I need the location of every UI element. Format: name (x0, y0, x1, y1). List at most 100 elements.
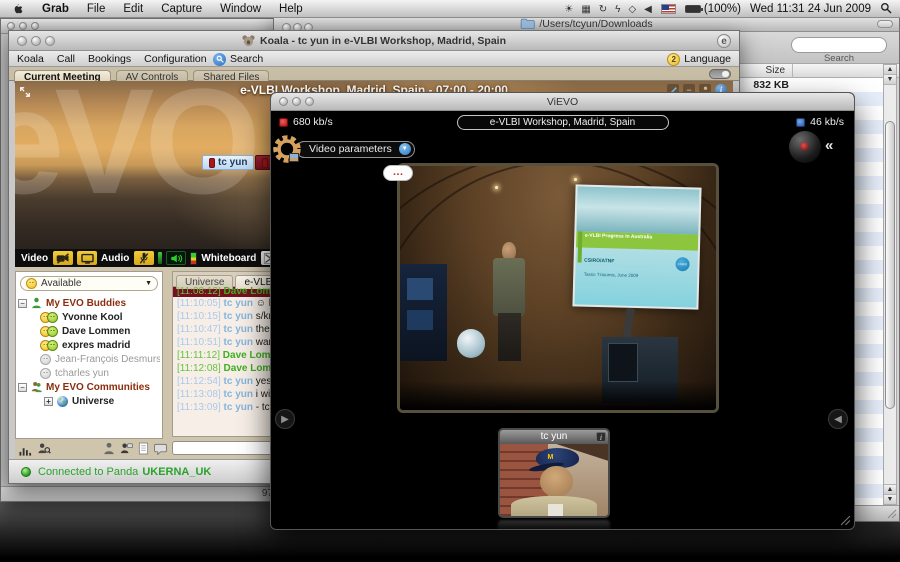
presence-status: Available (41, 278, 141, 289)
size-column-header[interactable]: Size (766, 65, 785, 76)
chat-timestamp: [11:13:08] (177, 389, 221, 400)
display-share-icon[interactable] (77, 251, 97, 265)
collapse-controls[interactable]: « (825, 137, 833, 154)
menu-bar-status-area: ☀▦↻ϟ◇◀ (100%) Wed 11:31 24 Jun 2009 (564, 0, 892, 18)
chat-bubble-icon[interactable] (154, 442, 167, 460)
vievo-titlebar[interactable]: ViEVO (271, 93, 854, 111)
buddy-row[interactable]: tcharles yun (18, 366, 160, 380)
menu-item[interactable]: Edit (123, 3, 143, 15)
scrollbar-thumb[interactable] (885, 121, 895, 409)
menubar-status-icon[interactable]: ϟ (615, 4, 620, 15)
self-view-camera-feed: M (500, 444, 608, 516)
collapse-icon[interactable] (18, 299, 27, 308)
connection-network: UKERNA_UK (142, 466, 211, 478)
koala-titlebar[interactable]: Koala - tc yun in e-VLBI Workshop, Madri… (9, 31, 739, 51)
buddy-row[interactable]: expres madrid (18, 338, 160, 352)
webcam-icon[interactable] (789, 131, 821, 163)
chat-overflow-bubble[interactable]: … (383, 165, 413, 181)
battery-indicator[interactable]: (100%) (685, 3, 741, 15)
search-label: Search (791, 53, 887, 64)
control-dropdown[interactable]: Video parameters ▼ (271, 133, 415, 165)
toolbar-toggle-button[interactable] (877, 20, 893, 28)
chat-timestamp: [11:10:15] (177, 311, 221, 322)
panel-mini-toolbar (19, 443, 167, 459)
document-icon[interactable] (138, 442, 149, 460)
self-view-video[interactable]: tc yun i M (498, 428, 610, 518)
menubar-status-icon[interactable]: ☀ (564, 4, 573, 15)
resize-grip-icon[interactable] (887, 509, 897, 519)
menu-item[interactable]: Help (279, 3, 303, 15)
scroll-down-icon[interactable]: ▼ (884, 494, 896, 504)
language-label: Language (684, 53, 731, 65)
minimize-button[interactable] (19, 22, 27, 30)
resize-grip-icon[interactable] (840, 515, 851, 526)
scroll-down-icon[interactable]: ▼ (884, 75, 896, 85)
panel-toggle[interactable] (709, 69, 731, 79)
incoming-bitrate-value: 46 kb/s (810, 116, 844, 128)
pan-arrows-icon[interactable] (19, 85, 31, 103)
collapse-icon[interactable] (18, 383, 27, 392)
main-video[interactable]: e-VLBI Progress in Australia CSIRO/ATNF … (397, 163, 719, 413)
chat-sender: tc yun (224, 389, 253, 400)
scroll-up-icon[interactable]: ▲ (884, 484, 896, 494)
menu-item[interactable]: Window (220, 3, 261, 15)
buddy-row[interactable]: Dave Lommen (18, 324, 160, 338)
column-divider[interactable] (792, 64, 793, 78)
buddies-group-row[interactable]: My EVO Buddies (18, 296, 160, 310)
close-button[interactable] (7, 22, 15, 30)
us-flag-icon[interactable] (661, 4, 676, 14)
spotlight-icon[interactable] (880, 2, 892, 17)
menu-item[interactable]: Capture (161, 3, 202, 15)
speaker-icon[interactable] (166, 251, 186, 265)
buddy-row[interactable]: Yvonne Kool (18, 310, 160, 324)
battery-icon (685, 5, 701, 13)
mic-muted-icon[interactable] (134, 251, 154, 265)
search-input[interactable] (791, 37, 887, 53)
chat-timestamp: [11:10:51] (177, 337, 221, 348)
previous-video-arrow[interactable]: ▶ (275, 409, 295, 429)
menu-item[interactable]: Koala (17, 53, 44, 65)
menu-item[interactable]: Bookings (88, 53, 131, 65)
menubar-status-icon[interactable]: ▦ (581, 4, 590, 15)
menu-bar: Grab File Edit Capture Window Help ☀ ▦ ↻ ϟ ◇ ◀ (10… (0, 0, 900, 18)
zoom-button[interactable] (31, 22, 39, 30)
menubar-status-icon[interactable]: ↻ (599, 4, 607, 15)
video-muted-icon[interactable] (53, 251, 73, 265)
buddy-row[interactable]: Jean-François Desmurs (18, 352, 160, 366)
stats-icon[interactable] (19, 445, 32, 457)
scroll-up-icon[interactable]: ▲ (884, 65, 896, 75)
vievo-window[interactable]: ViEVO 680 kb/s e-VLBI Workshop, Madrid, … (270, 92, 855, 530)
whiteboard-label: Whiteboard (201, 253, 256, 264)
find-user-icon[interactable] (37, 442, 51, 460)
participant-name-tag[interactable]: tc yun (202, 155, 254, 170)
menubar-status-icon[interactable]: ◇ (628, 4, 636, 15)
menu-item[interactable]: File (87, 3, 106, 15)
menu-item[interactable]: Grab (42, 3, 69, 15)
scrollbar[interactable]: ▲ ▼ ▲ ▼ (883, 64, 897, 505)
user-chat-icon[interactable] (120, 442, 133, 460)
menu-item[interactable]: Configuration (144, 53, 206, 65)
presence-dropdown[interactable]: Available ▼ (20, 276, 158, 291)
buddy-list-panel[interactable]: Available ▼ My EVO Buddies Yv (15, 271, 163, 439)
csiro-logo: CSIRO (675, 257, 689, 271)
chevron-down-icon: ▼ (145, 280, 152, 287)
info-icon[interactable]: i (596, 432, 606, 442)
connection-status-text: Connected to Panda (38, 466, 138, 478)
menu-item[interactable]: Call (57, 53, 75, 65)
search-menu-item[interactable]: Search (213, 53, 263, 66)
incoming-stream-icon (796, 118, 805, 127)
buddies-header: My EVO Buddies (46, 298, 126, 309)
chat-timestamp: [11:13:09] (177, 402, 221, 413)
language-menu-item[interactable]: Language (667, 53, 731, 66)
connected-status-icon (21, 467, 31, 477)
menubar-status-icon[interactable]: ◀ (644, 4, 652, 15)
apple-icon[interactable] (12, 2, 24, 16)
expand-icon[interactable] (44, 397, 53, 406)
available-smiley-icon (26, 278, 37, 289)
user-icon[interactable] (103, 442, 115, 460)
communities-group-row[interactable]: My EVO Communities (18, 380, 160, 394)
presenter-figure (488, 242, 529, 362)
next-video-arrow[interactable]: ◀ (828, 409, 848, 429)
community-row[interactable]: Universe (18, 394, 160, 408)
self-view-reflection (498, 520, 610, 530)
